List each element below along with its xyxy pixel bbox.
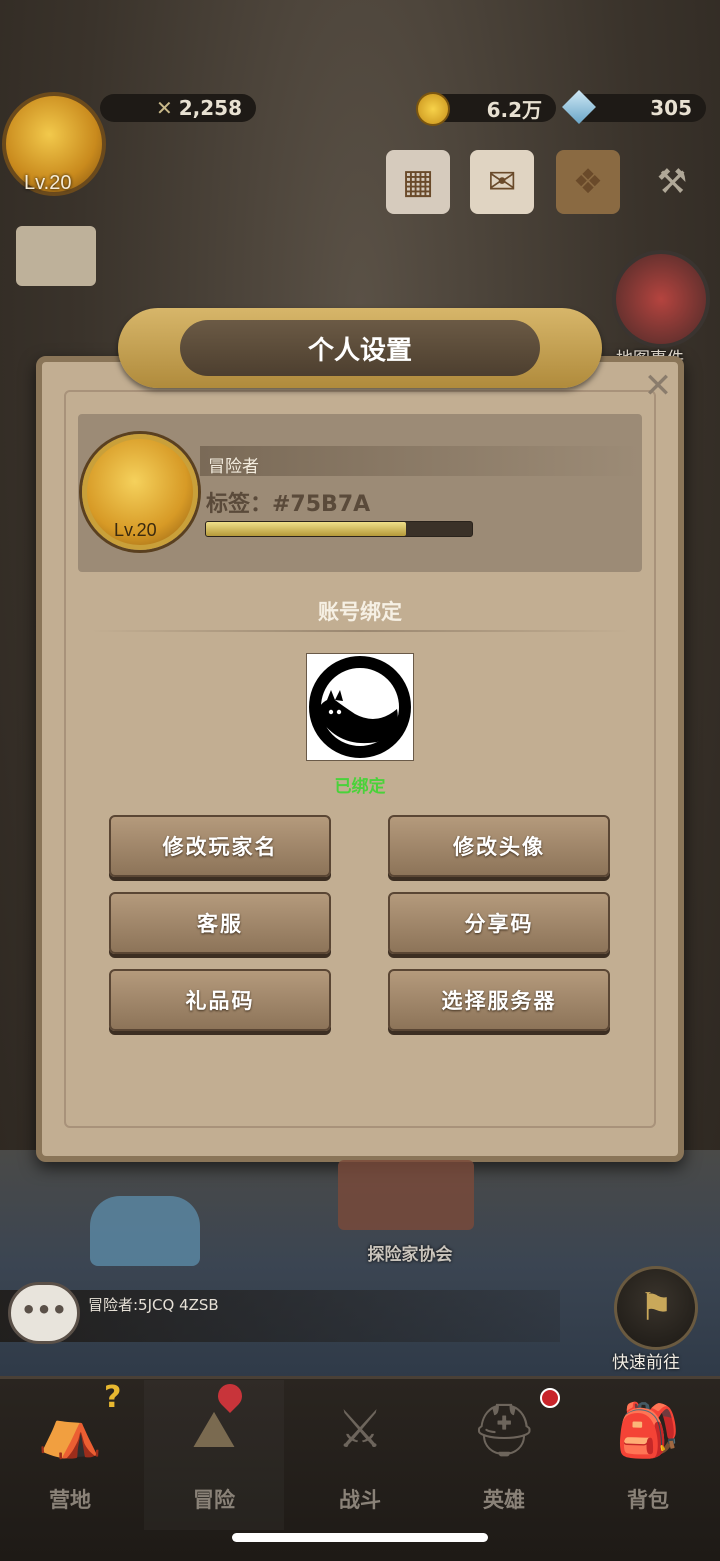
nav-battle[interactable]: ⚔ 战斗 <box>290 1380 430 1530</box>
player-tag: 标签：#75B7A <box>206 492 371 517</box>
quest-book-icon[interactable]: ❖ <box>556 150 620 214</box>
mail-icon[interactable]: ✉ <box>470 150 534 214</box>
black-cat-icon <box>309 656 411 758</box>
nav-label: 营地 <box>49 1488 91 1512</box>
chat-message: 冒险者:5JCQ 4ZSB <box>88 1296 219 1314</box>
nav-label: 战斗 <box>339 1488 381 1512</box>
nav-label: 冒险 <box>193 1488 235 1512</box>
bound-account-icon[interactable] <box>306 653 414 761</box>
bind-status: 已绑定 <box>334 777 386 797</box>
player-level-top: Lv.20 <box>24 172 72 194</box>
map-event-icon[interactable] <box>612 250 710 348</box>
share-code-button[interactable]: 分享码 <box>388 892 610 954</box>
association-label[interactable]: 探险家协会 <box>330 1240 490 1265</box>
quick-travel-icon[interactable]: ⚑ <box>614 1266 698 1350</box>
crossed-swords-icon: ⚔ <box>336 1400 384 1460</box>
change-avatar-button[interactable]: 修改头像 <box>388 815 610 877</box>
gold-coin-icon <box>416 92 450 126</box>
scroll-icon[interactable] <box>16 226 96 286</box>
camp-icon: ⛺ <box>37 1400 103 1461</box>
section-divider <box>90 630 630 632</box>
backpack-icon: 🎒 <box>615 1400 681 1461</box>
association-building[interactable] <box>338 1160 474 1230</box>
calendar-icon[interactable]: ▦ <box>386 150 450 214</box>
nav-backpack[interactable]: 🎒 背包 <box>578 1380 718 1530</box>
power-counter: ✕ 2,258 <box>100 94 256 122</box>
airship-building[interactable] <box>90 1196 200 1266</box>
nav-label: 背包 <box>627 1488 669 1512</box>
gift-code-button[interactable]: 礼品码 <box>109 969 331 1031</box>
gem-value: 305 <box>650 96 692 120</box>
gold-value: 6.2万 <box>486 97 542 122</box>
customer-service-button[interactable]: 客服 <box>109 892 331 954</box>
select-server-button[interactable]: 选择服务器 <box>388 969 610 1031</box>
dialog-title-banner: 个人设置 <box>118 308 602 388</box>
power-icon: ✕ <box>155 96 173 120</box>
account-binding-title: 账号绑定 <box>318 600 402 624</box>
power-value: 2,258 <box>178 96 242 120</box>
dialog-title: 个人设置 <box>180 320 540 376</box>
chat-bar[interactable] <box>0 1290 560 1342</box>
nav-adventure[interactable]: ⛰ 冒险 <box>144 1380 284 1530</box>
xp-bar <box>205 521 473 537</box>
home-indicator[interactable] <box>232 1533 488 1542</box>
heroes-notification-dot <box>540 1388 560 1408</box>
chat-icon[interactable]: ••• <box>8 1282 80 1344</box>
xp-bar-fill <box>206 522 406 536</box>
settings-tools-icon[interactable]: ⚒ <box>640 150 704 214</box>
helmet-icon: ⛑ <box>470 1400 537 1461</box>
nav-label: 英雄 <box>483 1488 525 1512</box>
profile-level: Lv.20 <box>114 520 157 540</box>
close-icon[interactable]: ✕ <box>640 368 676 404</box>
quick-travel-label: 快速前往 <box>612 1353 680 1373</box>
rename-player-button[interactable]: 修改玩家名 <box>109 815 331 877</box>
map-icon: ⛰ <box>192 1399 236 1460</box>
player-name: 冒险者 <box>208 457 259 477</box>
camp-question-badge: ? <box>104 1380 122 1415</box>
